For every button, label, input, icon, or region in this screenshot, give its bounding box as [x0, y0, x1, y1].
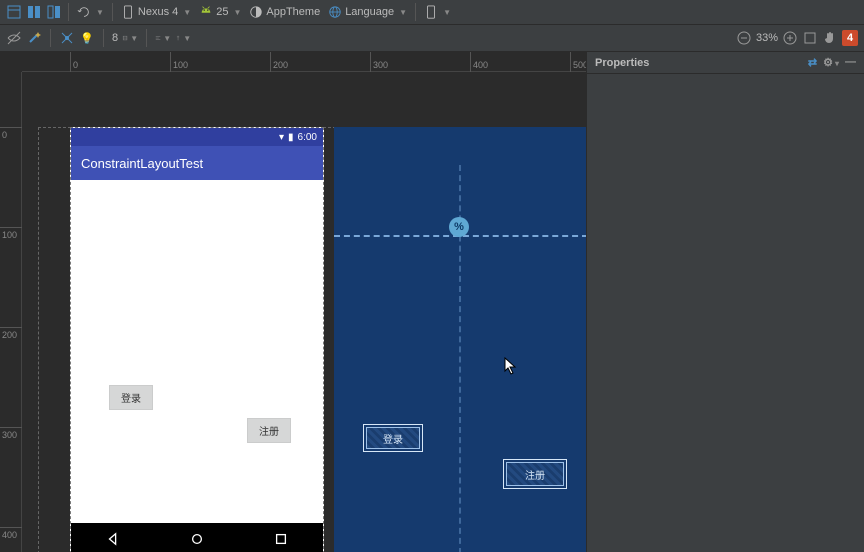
zoom-fit-icon[interactable] [802, 30, 818, 46]
ruler-tick: 500 [570, 52, 586, 72]
api-label: 25 [216, 6, 228, 18]
chevron-down-icon: ▼ [399, 8, 407, 17]
both-mode-icon[interactable] [45, 3, 63, 21]
ruler-tick: 300 [0, 427, 22, 440]
orientation-dropdown[interactable]: ▼ [77, 5, 104, 19]
ruler-tick: 200 [270, 52, 288, 72]
status-time: 6:00 [298, 132, 317, 143]
divider [415, 3, 416, 21]
warning-badge[interactable]: 4 [842, 30, 858, 46]
theme-dropdown[interactable]: AppTheme [249, 5, 320, 19]
button-label: 注册 [259, 427, 279, 438]
zoom-level[interactable]: 33% [756, 32, 778, 44]
variant-dropdown[interactable]: ▼ [424, 5, 451, 19]
divider [68, 3, 69, 21]
wifi-icon: ▾ [279, 132, 284, 143]
ruler-tick: 200 [0, 327, 22, 340]
zoom-in-icon[interactable] [782, 30, 798, 46]
api-dropdown[interactable]: 25 ▼ [199, 4, 241, 21]
login-button[interactable]: 登录 [109, 385, 153, 410]
chevron-down-icon: ▼ [183, 8, 191, 17]
ruler-tick: 300 [370, 52, 388, 72]
divider [103, 29, 104, 47]
design-view[interactable]: ▾ ▮ 6:00 ConstraintLayoutTest 登录 注册 [70, 127, 324, 552]
guideline-percent-badge[interactable]: % [449, 217, 469, 237]
locale-label: Language [345, 6, 394, 18]
ruler-tick: 400 [470, 52, 488, 72]
designer-toolbar-1: ▼ Nexus 4 ▼ 25 ▼ AppTheme Language ▼ ▼ [0, 0, 864, 25]
design-surface[interactable]: ▾ ▮ 6:00 ConstraintLayoutTest 登录 注册 [22, 72, 586, 552]
design-canvas[interactable]: 0 100 200 300 400 500 0 100 200 300 400 … [0, 52, 586, 552]
button-label: 登录 [121, 394, 141, 405]
pan-icon[interactable] [822, 30, 838, 46]
register-button[interactable]: 注册 [247, 418, 291, 443]
app-title: ConstraintLayoutTest [81, 156, 203, 171]
status-bar: ▾ ▮ 6:00 [71, 128, 323, 146]
blueprint-login-button[interactable]: 登录 [366, 427, 420, 449]
designer-toolbar-2: 💡 8 ▼ ▼ ▼ 33% 4 [0, 25, 864, 52]
ruler-tick: 0 [70, 52, 78, 72]
ruler-tick: 100 [0, 227, 22, 240]
warning-count: 4 [847, 32, 853, 44]
default-margin-value: 8 [112, 32, 118, 44]
chevron-down-icon: ▼ [96, 8, 104, 17]
align-dropdown-icon[interactable]: ▼ [155, 30, 171, 46]
device-dropdown[interactable]: Nexus 4 ▼ [121, 5, 191, 19]
clear-constraints-icon[interactable] [59, 30, 75, 46]
margin-dropdown-icon[interactable]: ▼ [122, 30, 138, 46]
mouse-cursor [504, 357, 518, 375]
design-mode-icon[interactable] [5, 3, 23, 21]
eye-hide-icon[interactable] [6, 30, 22, 46]
properties-title: Properties [595, 57, 649, 69]
blueprint-mode-icon[interactable] [25, 3, 43, 21]
divider [146, 29, 147, 47]
blueprint-view[interactable]: % 登录 注册 [334, 127, 586, 552]
blueprint-register-button[interactable]: 注册 [506, 462, 564, 486]
battery-icon: ▮ [288, 132, 294, 143]
percent-label: % [454, 221, 464, 233]
gear-icon[interactable]: ⚙▾ [823, 56, 839, 69]
chevron-down-icon: ▼ [233, 8, 241, 17]
nav-home-icon[interactable] [190, 532, 204, 546]
ruler-tick: 0 [0, 127, 22, 140]
ruler-vertical: 0 100 200 300 400 [0, 72, 22, 552]
infer-constraints-icon[interactable]: 💡 [79, 30, 95, 46]
nav-recent-icon[interactable] [274, 532, 288, 546]
divider [112, 3, 113, 21]
locale-dropdown[interactable]: Language ▼ [328, 5, 407, 19]
toggle-view-icon[interactable]: ⇄ [808, 56, 817, 69]
button-label: 登录 [383, 431, 403, 446]
device-label: Nexus 4 [138, 6, 178, 18]
theme-label: AppTheme [266, 6, 320, 18]
ruler-horizontal: 0 100 200 300 400 500 [22, 52, 586, 72]
android-icon [199, 4, 213, 21]
magic-wand-icon[interactable] [26, 30, 42, 46]
content-area[interactable]: 登录 注册 [71, 180, 323, 523]
chevron-down-icon: ▼ [443, 8, 451, 17]
nav-bar [71, 523, 323, 552]
ruler-tick: 100 [170, 52, 188, 72]
properties-panel: Properties ⇄ ⚙▾ — [586, 52, 864, 552]
button-label: 注册 [525, 467, 545, 482]
nav-back-icon[interactable] [106, 532, 120, 546]
app-bar: ConstraintLayoutTest [71, 146, 323, 180]
minimize-icon[interactable]: — [845, 56, 856, 69]
ruler-tick: 400 [0, 527, 22, 540]
divider [50, 29, 51, 47]
zoom-out-icon[interactable] [736, 30, 752, 46]
guideline-dropdown-icon[interactable]: ▼ [175, 30, 191, 46]
